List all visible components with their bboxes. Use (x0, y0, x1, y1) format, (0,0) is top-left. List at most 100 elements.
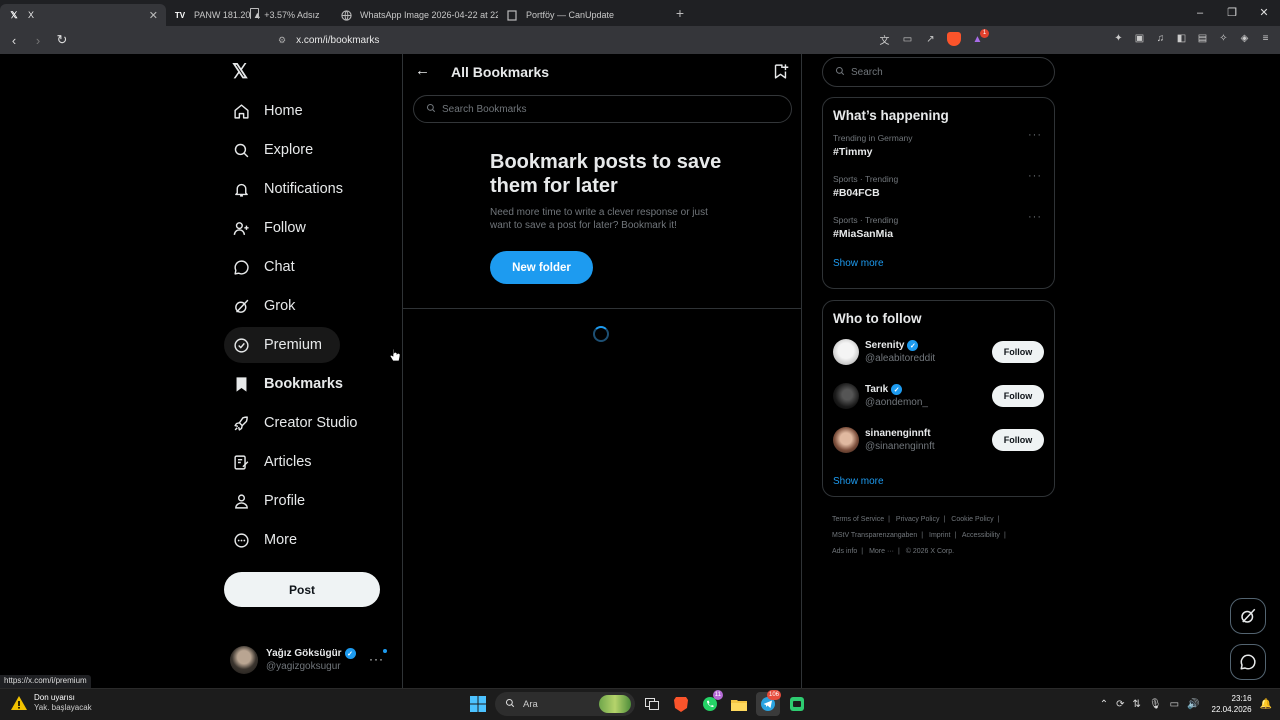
avatar (833, 339, 859, 365)
footer-link[interactable]: Privacy Policy (896, 516, 940, 523)
sidebar-item-home[interactable]: Home (224, 93, 321, 129)
bookmark-page-icon[interactable] (250, 8, 259, 19)
chevron-up-icon[interactable]: ⌃ (1100, 699, 1108, 710)
follow-suggestion[interactable]: sinanenginnft @sinanenginnft Follow (823, 418, 1054, 462)
sidebar-item-explore[interactable]: Explore (224, 132, 331, 168)
extensions-icon[interactable]: ✦ (1112, 32, 1125, 45)
tab-x[interactable]: 𝕏 X ✕ (0, 4, 166, 26)
vpn-icon[interactable]: ◈ (1238, 32, 1251, 45)
sidebar-icon[interactable]: ◧ (1175, 32, 1188, 45)
follow-button[interactable]: Follow (992, 429, 1044, 451)
sidebar-item-creator-studio[interactable]: Creator Studio (224, 405, 376, 441)
bookmark-icon (232, 375, 250, 393)
taskbar-search[interactable]: Ara (495, 692, 635, 716)
more-options-icon[interactable]: ··· (1028, 129, 1042, 141)
search-input[interactable]: Search (822, 57, 1055, 87)
minimize-icon[interactable]: – (1184, 0, 1216, 26)
clock[interactable]: 23:16 22.04.2026 (1212, 693, 1252, 715)
windows-start-icon[interactable] (466, 692, 490, 716)
cast-icon[interactable]: ▭ (901, 33, 914, 46)
footer-link[interactable]: Ads info (832, 548, 857, 555)
post-button[interactable]: Post (224, 572, 380, 607)
sync-icon[interactable]: ⟳ (1116, 699, 1124, 710)
footer-link[interactable]: Accessibility (962, 532, 1000, 539)
screenshot-icon[interactable]: ▣ (1133, 32, 1146, 45)
brave-shield-icon[interactable] (947, 32, 961, 46)
sidebar-item-more[interactable]: More (224, 522, 315, 558)
tab-panw[interactable]: TV PANW 181.20 ▲ +3.57% Adsız (166, 4, 332, 26)
user-name: Tarık (865, 384, 889, 395)
chat-icon (232, 258, 250, 276)
network-icon[interactable]: ⇅ (1133, 699, 1141, 710)
wallet-icon[interactable]: ▤ (1196, 32, 1209, 45)
trend-item[interactable]: Sports · Trending #B04FCB ··· (823, 164, 1054, 205)
app-icon[interactable] (785, 692, 809, 716)
notifications-icon[interactable]: 🔔 (1260, 699, 1272, 710)
close-tab-icon[interactable]: ✕ (149, 9, 158, 22)
sidebar-item-chat[interactable]: Chat (224, 249, 313, 285)
show-more-link[interactable]: Show more (823, 246, 1054, 281)
footer-link[interactable]: More ··· (869, 548, 894, 555)
more-options-icon[interactable]: ··· (369, 652, 384, 666)
sidebar-item-grok[interactable]: Grok (224, 288, 313, 324)
microphone-icon[interactable]: 🎙 (1149, 699, 1162, 710)
messages-float-button[interactable] (1230, 644, 1266, 680)
more-options-icon[interactable]: ··· (1028, 170, 1042, 182)
follow-suggestion[interactable]: Tarık ✓ @aondemon_ Follow (823, 374, 1054, 418)
search-placeholder: Search (851, 66, 883, 78)
globe-icon (340, 9, 352, 21)
sidebar-item-label: Chat (264, 259, 295, 275)
follow-suggestion[interactable]: Serenity ✓ @aleabitoreddit Follow (823, 330, 1054, 374)
follow-button[interactable]: Follow (992, 341, 1044, 363)
monitor-icon[interactable]: ▭ (1170, 699, 1179, 710)
tab-whatsapp-image[interactable]: WhatsApp Image 2026-04-22 at 22.3 (332, 4, 498, 26)
file-explorer-icon[interactable] (727, 692, 751, 716)
show-more-link[interactable]: Show more (823, 462, 1054, 499)
sidebar-item-notifications[interactable]: Notifications (224, 171, 361, 207)
trend-item[interactable]: Sports · Trending #MiaSanMia ··· (823, 205, 1054, 246)
trend-item[interactable]: Trending in Germany #Timmy ··· (823, 123, 1054, 164)
new-tab-button[interactable]: + (668, 5, 692, 21)
translate-icon[interactable]: 文 (878, 33, 891, 47)
grok-float-button[interactable] (1230, 598, 1266, 634)
forward-icon[interactable]: › (28, 33, 48, 48)
footer-link[interactable]: Imprint (929, 532, 950, 539)
whatsapp-icon[interactable]: 11 (698, 690, 723, 716)
share-icon[interactable]: ↗ (924, 33, 937, 46)
add-folder-icon[interactable] (772, 63, 789, 85)
maximize-icon[interactable]: ❐ (1216, 0, 1248, 26)
weather-widget[interactable]: Don uyarısı Yak. başlayacak (10, 693, 92, 713)
footer-link[interactable]: Terms of Service (832, 516, 884, 523)
task-view-icon[interactable] (640, 692, 664, 716)
sidebar-item-premium[interactable]: Premium (224, 327, 341, 363)
more-options-icon[interactable]: ··· (1028, 211, 1042, 223)
sidebar-item-follow[interactable]: Follow (224, 210, 324, 246)
tab-portfoy[interactable]: Portföy — CanUpdate (498, 4, 664, 26)
whatsapp-badge: 11 (712, 690, 723, 700)
brave-browser-icon[interactable] (669, 692, 693, 716)
leo-ai-icon[interactable]: ✧ (1217, 32, 1230, 45)
back-arrow-icon[interactable]: ← (415, 62, 430, 79)
back-icon[interactable]: ‹ (4, 33, 24, 48)
site-info-icon[interactable]: ⚙ (278, 35, 286, 46)
menu-icon[interactable]: ≡ (1259, 32, 1272, 45)
account-switcher[interactable]: Yağız Göksügür ✓ @yagizgoksugur ··· (230, 642, 396, 678)
footer-link[interactable]: Cookie Policy (951, 516, 993, 523)
telegram-icon[interactable]: 106 (756, 690, 781, 716)
close-window-icon[interactable]: ✕ (1248, 0, 1280, 26)
sidebar-item-articles[interactable]: Articles (224, 444, 330, 480)
footer-link[interactable]: MStV Transparenzangaben (832, 532, 917, 539)
reload-icon[interactable]: ↻ (52, 32, 72, 48)
music-icon[interactable]: ♫ (1154, 32, 1167, 45)
x-logo-icon[interactable]: 𝕏 (232, 62, 252, 82)
sidebar-item-bookmarks[interactable]: Bookmarks (224, 366, 361, 402)
follow-button[interactable]: Follow (992, 385, 1044, 407)
windows-taskbar: Don uyarısı Yak. başlayacak Ara 11 106 ⌃… (0, 688, 1280, 720)
search-bookmarks-input[interactable]: Search Bookmarks (413, 95, 792, 123)
add-user-icon (232, 219, 250, 237)
new-folder-button[interactable]: New folder (490, 251, 593, 284)
brave-rewards-icon[interactable]: ▲ 1 (971, 28, 989, 46)
volume-icon[interactable]: 🔊 (1187, 699, 1199, 710)
sidebar-item-profile[interactable]: Profile (224, 483, 323, 519)
card-title: Who to follow (833, 311, 922, 326)
